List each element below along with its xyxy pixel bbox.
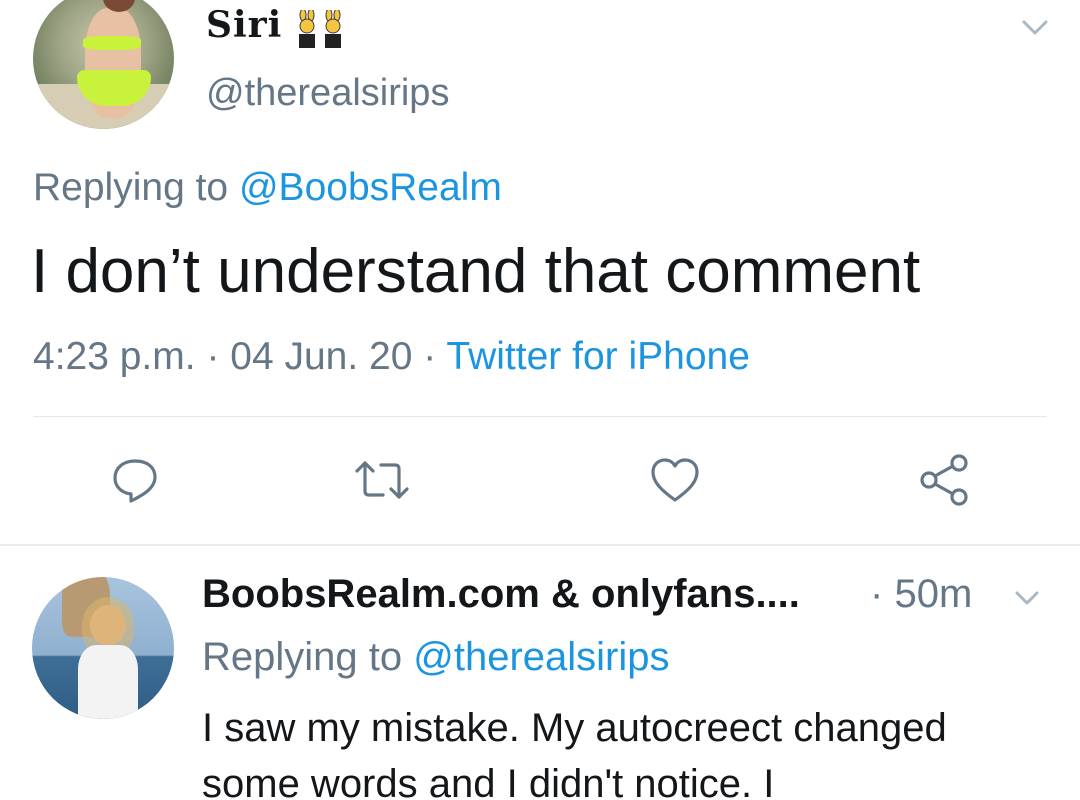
replying-mention-link[interactable]: @BoobsRealm: [239, 166, 502, 209]
author-handle[interactable]: @therealsirips: [206, 72, 449, 115]
reply-button[interactable]: [105, 450, 165, 510]
tweet-actions-bar: [0, 450, 1080, 510]
tweet-detail-page: Siri @therealsirips Replying to @BoobsRe…: [0, 0, 1080, 800]
replying-to: Replying to @BoobsRealm: [33, 166, 502, 210]
meta-separator: ·: [423, 335, 437, 378]
chevron-down-icon[interactable]: [1011, 582, 1043, 614]
divider: [33, 416, 1047, 417]
tweet-date[interactable]: 04 Jun. 20: [230, 335, 412, 378]
meta-separator: ·: [870, 572, 884, 616]
chevron-down-icon[interactable]: [1018, 10, 1052, 44]
reply-text: I saw my mistake. My autocreect changed …: [202, 706, 947, 800]
author-display-name[interactable]: Siri: [206, 4, 282, 46]
reply-author-display-name[interactable]: BoobsRealm.com & onlyfans....: [202, 572, 800, 617]
tweet-text: I don’t understand that comment: [31, 237, 921, 306]
reply-timestamp: 50m: [894, 572, 973, 616]
reply-time[interactable]: · 50m: [870, 572, 972, 617]
retweet-icon: [355, 461, 409, 499]
replying-mention-link[interactable]: @therealsirips: [413, 635, 669, 679]
replying-prefix: Replying to: [202, 635, 403, 679]
meta-separator: ·: [206, 335, 220, 378]
tweet-time[interactable]: 4:23 p.m.: [33, 335, 196, 378]
tweet-source-link[interactable]: Twitter for iPhone: [446, 335, 749, 378]
retweet-button[interactable]: [352, 450, 412, 510]
reply-icon: [113, 459, 157, 503]
heart-icon: [651, 458, 699, 502]
people-with-bunny-ears-icon: [299, 10, 341, 48]
reply-replying-to: Replying to @therealsirips: [202, 635, 670, 680]
share-button[interactable]: [914, 450, 974, 510]
author-avatar[interactable]: [33, 0, 174, 129]
tweet-meta: 4:23 p.m. · 04 Jun. 20 · Twitter for iPh…: [33, 335, 750, 379]
replying-prefix: Replying to: [33, 166, 229, 209]
share-icon: [920, 454, 968, 506]
like-button[interactable]: [645, 450, 705, 510]
divider: [0, 544, 1080, 546]
reply-author-avatar[interactable]: [32, 577, 174, 719]
